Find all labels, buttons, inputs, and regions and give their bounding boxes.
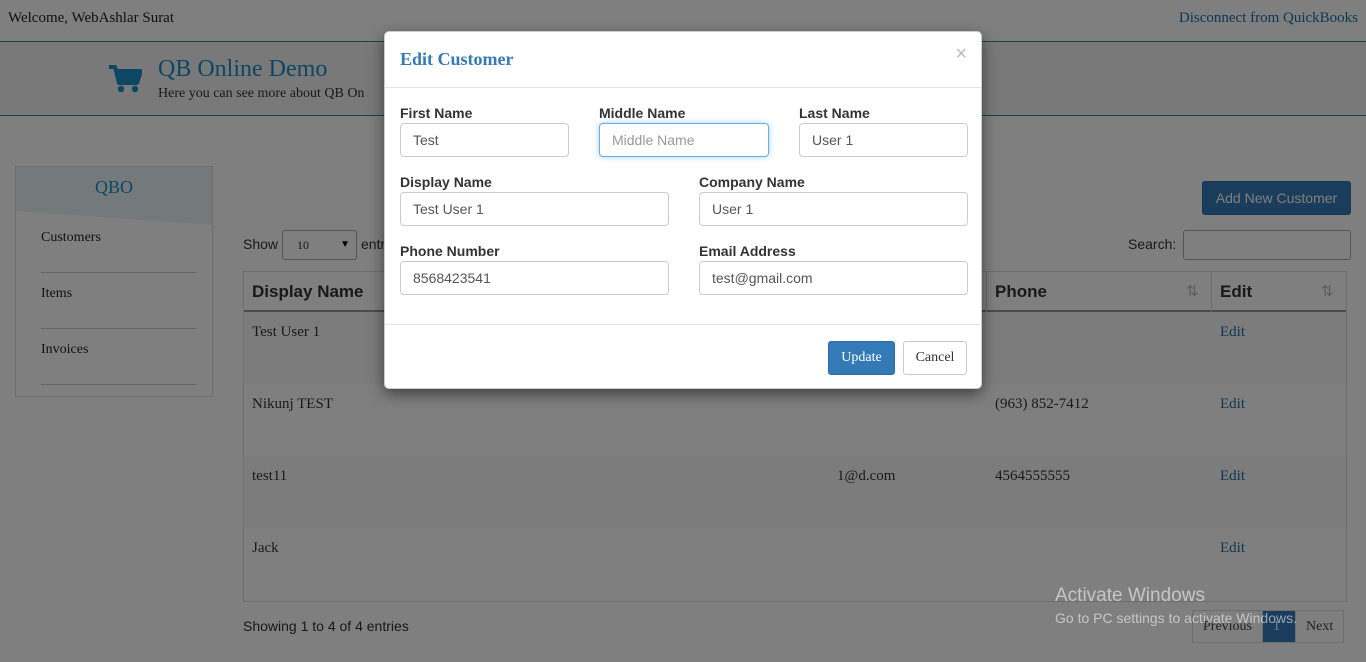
- edit-customer-modal: Edit Customer × First Name Middle Name L…: [384, 31, 982, 389]
- windows-watermark-subtitle: Go to PC settings to activate Windows.: [1055, 610, 1297, 626]
- first-name-label: First Name: [400, 105, 473, 121]
- windows-watermark-title: Activate Windows: [1055, 585, 1205, 606]
- modal-header: Edit Customer ×: [385, 32, 981, 88]
- email-address-field[interactable]: [699, 261, 968, 295]
- close-icon[interactable]: ×: [955, 43, 967, 66]
- update-button[interactable]: Update: [828, 341, 895, 375]
- first-name-field[interactable]: [400, 123, 569, 157]
- modal-title: Edit Customer: [400, 49, 514, 69]
- phone-number-label: Phone Number: [400, 243, 500, 259]
- company-name-field[interactable]: [699, 192, 968, 226]
- middle-name-field[interactable]: [599, 123, 769, 157]
- last-name-field[interactable]: [799, 123, 968, 157]
- last-name-label: Last Name: [799, 105, 870, 121]
- cancel-button[interactable]: Cancel: [903, 341, 967, 375]
- middle-name-label: Middle Name: [599, 105, 686, 121]
- phone-number-field[interactable]: [400, 261, 669, 295]
- display-name-field[interactable]: [400, 192, 669, 226]
- display-name-label: Display Name: [400, 174, 492, 190]
- company-name-label: Company Name: [699, 174, 805, 190]
- email-address-label: Email Address: [699, 243, 796, 259]
- modal-footer: Update Cancel: [385, 324, 981, 388]
